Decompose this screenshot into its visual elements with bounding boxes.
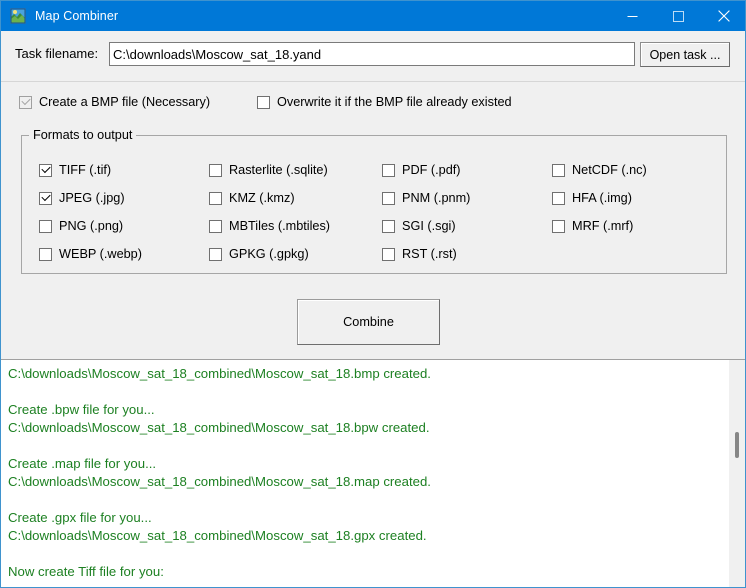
checkbox-label-pdf: PDF (.pdf)	[402, 163, 461, 177]
option-create-bmp[interactable]: Create a BMP file (Necessary)	[19, 96, 210, 109]
format-mrf[interactable]: MRF (.mrf)	[552, 220, 633, 233]
top-options-row: Create a BMP file (Necessary) Overwrite i…	[1, 96, 745, 118]
checkmark-icon	[21, 95, 31, 106]
format-pdf[interactable]: PDF (.pdf)	[382, 164, 461, 177]
checkbox-label-sgi: SGI (.sgi)	[402, 219, 456, 233]
title-bar: Map Combiner	[1, 1, 745, 31]
minimize-button[interactable]	[609, 1, 655, 31]
checkbox-pdf-unchecked[interactable]	[382, 164, 395, 177]
checkbox-label-pnm: PNM (.pnm)	[402, 191, 471, 205]
checkbox-label-kmz: KMZ (.kmz)	[229, 191, 295, 205]
format-sgi[interactable]: SGI (.sgi)	[382, 220, 456, 233]
map-globe-icon	[10, 8, 26, 24]
task-filename-input[interactable]	[109, 42, 635, 66]
checkbox-tiff-checked[interactable]	[39, 163, 52, 177]
output-log-panel: C:\downloads\Moscow_sat_18_combined\Mosc…	[1, 359, 745, 587]
format-kmz[interactable]: KMZ (.kmz)	[209, 192, 295, 205]
combine-button[interactable]: Combine	[297, 299, 440, 345]
formats-checkbox-grid: TIFF (.tif) JPEG (.jpg) PNG (.png) WEBP (.w…	[22, 136, 728, 275]
checkbox-label-hfa: HFA (.img)	[572, 191, 632, 205]
format-rasterlite[interactable]: Rasterlite (.sqlite)	[209, 164, 328, 177]
checkbox-mrf-unchecked[interactable]	[552, 220, 565, 233]
checkbox-webp-unchecked[interactable]	[39, 248, 52, 261]
checkbox-label-create-bmp: Create a BMP file (Necessary)	[39, 95, 211, 109]
checkbox-sgi-unchecked[interactable]	[382, 220, 395, 233]
checkbox-label-rasterlite: Rasterlite (.sqlite)	[229, 163, 328, 177]
checkbox-rst-unchecked[interactable]	[382, 248, 395, 261]
checkbox-label-rst: RST (.rst)	[402, 247, 457, 261]
output-log-text: C:\downloads\Moscow_sat_18_combined\Mosc…	[8, 366, 431, 579]
checkbox-label-png: PNG (.png)	[59, 219, 124, 233]
checkbox-label-gpkg: GPKG (.gpkg)	[229, 247, 309, 261]
checkbox-label-jpeg: JPEG (.jpg)	[59, 191, 125, 205]
close-button[interactable]	[701, 1, 745, 31]
section-divider	[1, 81, 745, 82]
log-scrollbar-thumb[interactable]	[735, 432, 739, 458]
format-jpeg[interactable]: JPEG (.jpg)	[39, 192, 125, 205]
format-netcdf[interactable]: NetCDF (.nc)	[552, 164, 647, 177]
checkbox-mbtiles-unchecked[interactable]	[209, 220, 222, 233]
checkbox-hfa-unchecked[interactable]	[552, 192, 565, 205]
close-icon	[718, 10, 730, 22]
checkbox-create-bmp-checked[interactable]	[19, 95, 32, 109]
format-pnm[interactable]: PNM (.pnm)	[382, 192, 470, 205]
format-rst[interactable]: RST (.rst)	[382, 248, 457, 261]
checkmark-icon	[41, 191, 51, 202]
format-webp[interactable]: WEBP (.webp)	[39, 248, 142, 261]
checkbox-rasterlite-unchecked[interactable]	[209, 164, 222, 177]
checkbox-label-netcdf: NetCDF (.nc)	[572, 163, 647, 177]
task-filename-label: Task filename:	[15, 46, 99, 61]
checkbox-label-overwrite-bmp: Overwrite it if the BMP file already exi…	[277, 95, 512, 109]
checkbox-label-webp: WEBP (.webp)	[59, 247, 142, 261]
task-filename-row: Task filename: Open task ...	[1, 31, 745, 79]
format-gpkg[interactable]: GPKG (.gpkg)	[209, 248, 309, 261]
formats-to-output-group: TIFF (.tif) JPEG (.jpg) PNG (.png) WEBP (.w…	[21, 135, 727, 274]
checkbox-label-tiff: TIFF (.tif)	[59, 163, 112, 177]
checkbox-pnm-unchecked[interactable]	[382, 192, 395, 205]
formats-group-legend: Formats to output	[29, 128, 137, 142]
checkbox-netcdf-unchecked[interactable]	[552, 164, 565, 177]
app-window: Map Combiner Task filename: Open task ..…	[0, 0, 746, 588]
window-title: Map Combiner	[35, 9, 119, 23]
checkmark-icon	[41, 163, 51, 174]
checkbox-jpeg-checked[interactable]	[39, 191, 52, 205]
format-png[interactable]: PNG (.png)	[39, 220, 123, 233]
maximize-button[interactable]	[655, 1, 701, 31]
open-task-button[interactable]: Open task ...	[640, 42, 730, 67]
checkbox-gpkg-unchecked[interactable]	[209, 248, 222, 261]
checkbox-png-unchecked[interactable]	[39, 220, 52, 233]
option-overwrite-bmp[interactable]: Overwrite it if the BMP file already exi…	[257, 96, 512, 109]
checkbox-label-mrf: MRF (.mrf)	[572, 219, 634, 233]
checkbox-label-mbtiles: MBTiles (.mbtiles)	[229, 219, 331, 233]
maximize-icon	[672, 10, 684, 22]
format-mbtiles[interactable]: MBTiles (.mbtiles)	[209, 220, 330, 233]
checkbox-kmz-unchecked[interactable]	[209, 192, 222, 205]
log-scrollbar[interactable]	[729, 360, 745, 587]
checkbox-overwrite-bmp-unchecked[interactable]	[257, 96, 270, 109]
format-tiff[interactable]: TIFF (.tif)	[39, 164, 111, 177]
minimize-icon	[627, 15, 637, 17]
format-hfa[interactable]: HFA (.img)	[552, 192, 632, 205]
